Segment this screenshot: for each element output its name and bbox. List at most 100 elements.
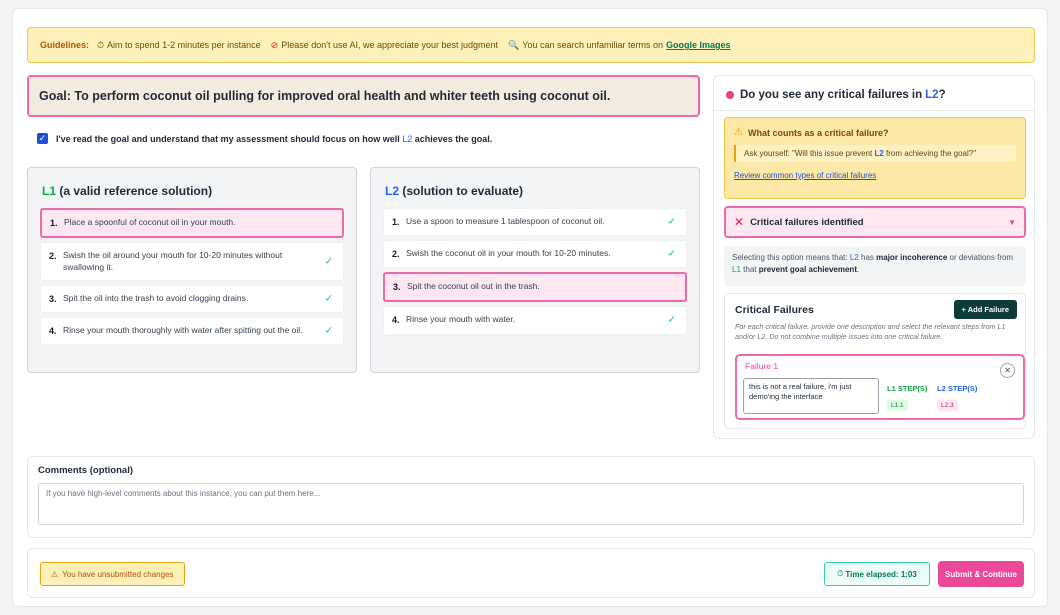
- google-images-link[interactable]: Google Images: [666, 40, 731, 50]
- check-icon: ✓: [667, 216, 676, 228]
- goal-text: Goal: To perform coconut oil pulling for…: [39, 89, 611, 103]
- selection-explanation: Selecting this option means that: L2 has…: [724, 246, 1026, 286]
- l1-steps-label: L1 STEP(S): [887, 384, 928, 393]
- l1-title-text: (a valid reference solution): [59, 184, 213, 198]
- note-text: that: [743, 265, 757, 274]
- failure-title: Failure 1: [745, 361, 779, 371]
- goal-acknowledgment: ✓ I've read the goal and understand that…: [37, 133, 492, 144]
- step-number: 3.: [393, 282, 401, 293]
- step-number: 1.: [392, 217, 400, 227]
- guideline-search: 🔍 You can search unfamiliar terms on Goo…: [508, 40, 731, 51]
- step-number: 3.: [49, 294, 57, 305]
- selected-option: Critical failures identified: [750, 216, 864, 228]
- step-text: Swish the oil around your mouth for 10-2…: [63, 250, 283, 272]
- clock-icon: ⏱: [837, 569, 844, 578]
- step-text: Spit the coconut oil out in the trash.: [407, 281, 540, 292]
- step-number: 1.: [50, 218, 58, 228]
- note-text: has: [861, 253, 874, 262]
- step-text: Use a spoon to measure 1 tablespoon of c…: [406, 216, 605, 226]
- l2-step[interactable]: 2. Swish the coconut oil in your mouth f…: [383, 240, 687, 269]
- ack-l2-tag: L2: [402, 133, 413, 144]
- critical-failures-panel: Do you see any critical failures in L2? …: [713, 75, 1035, 439]
- l1-step[interactable]: 1. Place a spoonful of coconut oil in yo…: [40, 208, 344, 239]
- critical-failures-instructions: For each critical failure, provide one d…: [735, 322, 1006, 342]
- l1-step[interactable]: 2. Swish the oil around your mouth for 1…: [40, 242, 344, 282]
- guideline-search-text: You can search unfamiliar terms on: [522, 40, 664, 50]
- guideline-time-text: Aim to spend 1-2 minutes per instance: [107, 40, 261, 50]
- l1-step[interactable]: 3. Spit the oil into the trash to avoid …: [40, 285, 344, 314]
- check-icon: ✓: [324, 255, 333, 267]
- step-text: Rinse your mouth thoroughly with water a…: [63, 325, 303, 336]
- check-icon: ✓: [667, 314, 676, 326]
- l2-tag: L2: [385, 184, 400, 198]
- guideline-no-ai-text: Please don't use AI, we appreciate your …: [281, 40, 499, 50]
- guidelines-banner: Guidelines: ⏱ Aim to spend 1-2 minutes p…: [27, 27, 1035, 63]
- note-text: Selecting this option means that:: [732, 253, 848, 262]
- step-text: Place a spoonful of coconut oil in your …: [64, 217, 236, 227]
- step-text: Spit the oil into the trash to avoid clo…: [63, 293, 249, 304]
- step-text: Swish the coconut oil in your mouth for …: [406, 248, 611, 259]
- chevron-down-icon: ▼: [1008, 217, 1016, 227]
- comments-section: Comments (optional): [27, 456, 1035, 538]
- step-number: 2.: [392, 249, 400, 260]
- prohibited-icon: ⊘: [270, 39, 279, 50]
- timer-text: Time elapsed: 1:03: [845, 569, 917, 579]
- l2-step[interactable]: 1. Use a spoon to measure 1 tablespoon o…: [383, 208, 687, 237]
- review-failure-types-link[interactable]: Review common types of critical failures: [734, 171, 1016, 180]
- note-text: .: [856, 265, 860, 274]
- target-icon: [726, 91, 734, 99]
- annotation-page: Guidelines: ⏱ Aim to spend 1-2 minutes p…: [12, 8, 1048, 607]
- l2-step-chip[interactable]: L2.3: [937, 400, 958, 411]
- critical-failure-info-box: ⚠ What counts as a critical failure? Ask…: [724, 117, 1026, 199]
- l2-step[interactable]: 3. Spit the coconut oil out in the trash…: [383, 272, 687, 303]
- stopwatch-icon: ⏱: [97, 39, 105, 50]
- l2-panel-title: L2 (solution to evaluate): [385, 184, 687, 198]
- ask-yourself-hint: Ask yourself: "Will this issue prevent L…: [734, 145, 1016, 162]
- l1-step[interactable]: 4. Rinse your mouth thoroughly with wate…: [40, 317, 344, 346]
- guideline-time: ⏱ Aim to spend 1-2 minutes per instance: [97, 40, 261, 51]
- failure-card: Failure 1 ✕ this is not a real failure, …: [735, 354, 1025, 420]
- failure-description-input[interactable]: this is not a real failure, i'm just dem…: [743, 378, 879, 414]
- ask-text-pre: Ask yourself: "Will this issue prevent: [744, 149, 873, 158]
- critical-question: Do you see any critical failures in L2?: [726, 89, 946, 101]
- close-icon[interactable]: ✕: [1000, 363, 1015, 378]
- l1-tag: L1: [42, 184, 57, 198]
- note-emphasis: major incoherence: [876, 253, 948, 262]
- note-l1-tag: L1: [732, 265, 741, 274]
- warning-icon: ⚠: [51, 569, 59, 579]
- l1-step-chip[interactable]: L1.1: [887, 400, 908, 411]
- guidelines-label: Guidelines:: [40, 40, 90, 50]
- check-icon: ✓: [324, 325, 333, 337]
- ack-text-post: achieves the goal.: [414, 133, 493, 144]
- acknowledgment-checkbox[interactable]: ✓: [37, 133, 48, 144]
- submit-continue-button[interactable]: Submit & Continue: [938, 561, 1024, 587]
- note-emphasis: prevent goal achievement: [758, 265, 857, 274]
- l2-title-text: (solution to evaluate): [402, 184, 524, 198]
- step-number: 4.: [49, 326, 57, 337]
- l2-step[interactable]: 4. Rinse your mouth with water. ✓: [383, 306, 687, 335]
- critical-failure-select[interactable]: ✕ Critical failures identified ▼: [724, 206, 1026, 238]
- step-text: Rinse your mouth with water.: [406, 314, 516, 325]
- check-icon: ✓: [667, 248, 676, 260]
- time-elapsed-badge: ⏱ Time elapsed: 1:03: [824, 562, 930, 586]
- magnifier-icon: 🔍: [508, 39, 520, 50]
- critical-failures-section: Critical Failures + Add Failure For each…: [724, 293, 1026, 429]
- ask-text-post: from achieving the goal?": [886, 149, 977, 158]
- l1-panel-title: L1 (a valid reference solution): [42, 184, 344, 198]
- footer-bar: ⚠ You have unsubmitted changes ⏱ Time el…: [27, 548, 1035, 598]
- ack-text-pre: I've read the goal and understand that m…: [56, 133, 400, 144]
- question-mark: ?: [938, 89, 946, 101]
- unsubmitted-changes-badge: ⚠ You have unsubmitted changes: [40, 562, 185, 586]
- guideline-no-ai: ⊘ Please don't use AI, we appreciate you…: [271, 40, 498, 51]
- check-icon: ✓: [324, 293, 333, 305]
- info-box-title-text: What counts as a critical failure?: [747, 127, 889, 138]
- comments-input[interactable]: [38, 483, 1024, 525]
- step-number: 2.: [49, 251, 57, 262]
- unsubmitted-text: You have unsubmitted changes: [62, 569, 174, 579]
- add-failure-button[interactable]: + Add Failure: [953, 300, 1017, 319]
- question-l2-tag: L2: [925, 89, 939, 101]
- note-l2-tag: L2: [849, 253, 859, 262]
- l1-steps-selector: L1 STEP(S) L1.1: [887, 384, 927, 411]
- step-number: 4.: [392, 315, 400, 326]
- note-text: or deviations from: [949, 253, 1014, 262]
